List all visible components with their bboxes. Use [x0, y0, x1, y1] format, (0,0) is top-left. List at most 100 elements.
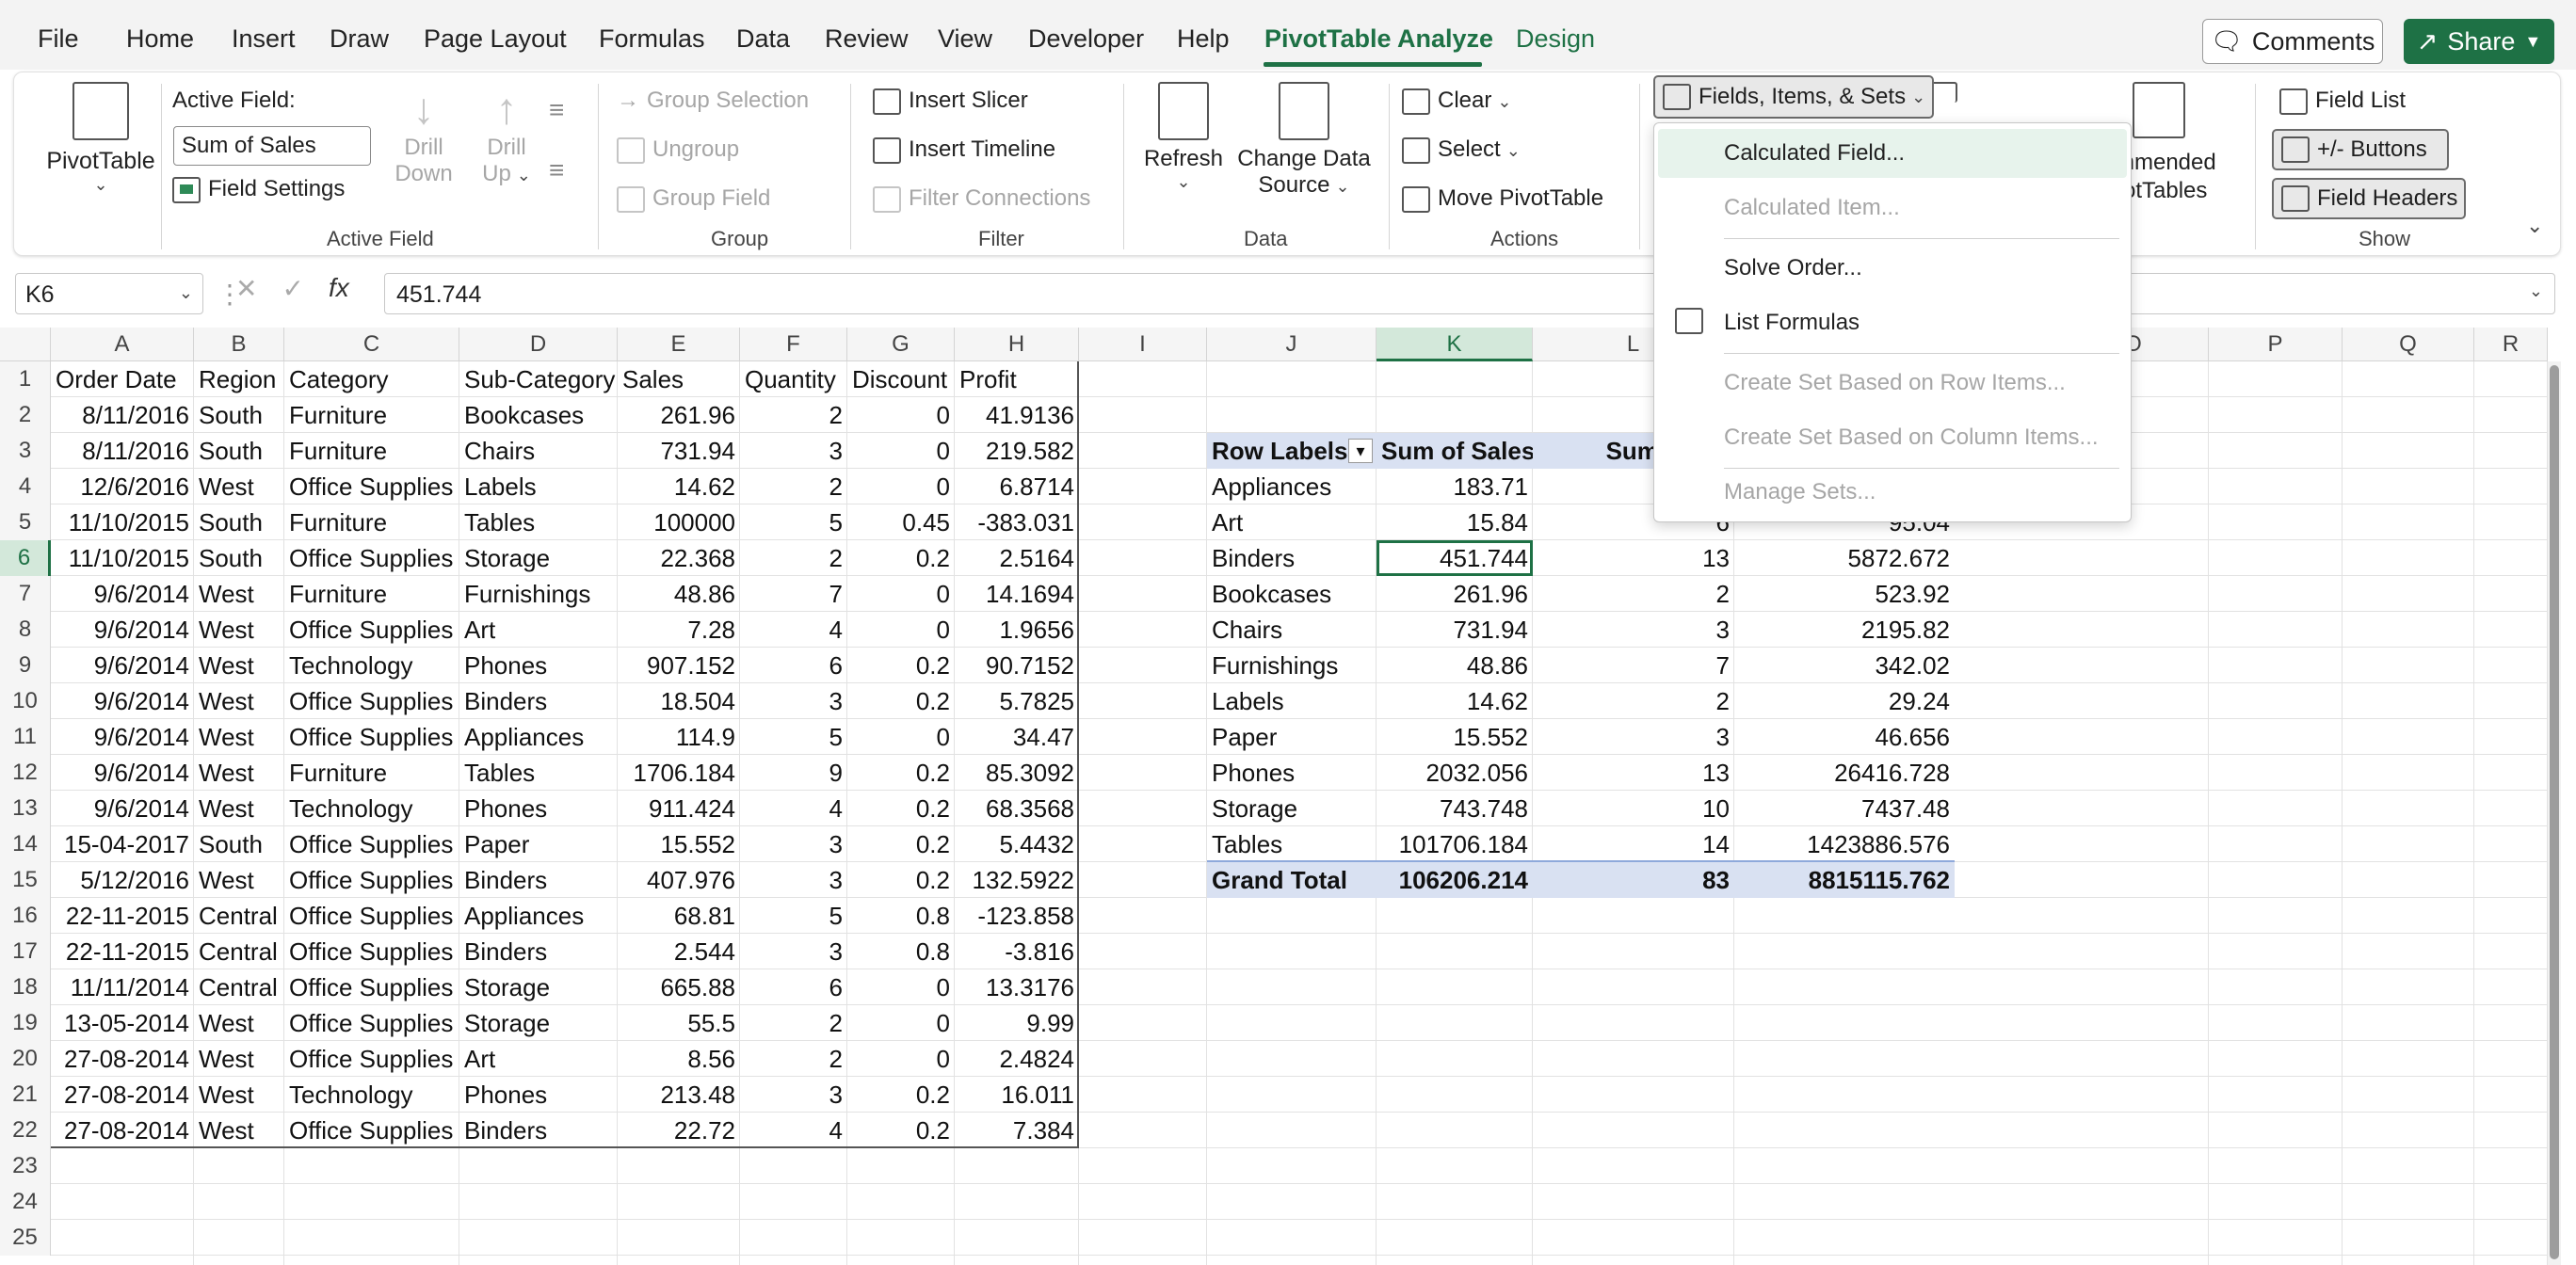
pivot-cell[interactable]: 13: [1533, 755, 1734, 791]
pivot-cell[interactable]: Storage: [1207, 791, 1377, 826]
pivot-cell[interactable]: 46.656: [1734, 719, 1955, 755]
worksheet-grid[interactable]: ABCDEFGHIJKLOPQR 1 2 3 4 5 6 7 8 9 10 11 12 13 14 15 16…: [0, 328, 2576, 1265]
ribbon-collapse-icon[interactable]: ⌄: [2526, 214, 2543, 238]
pivot-cell[interactable]: 3: [1533, 719, 1734, 755]
row-header-3[interactable]: 3: [0, 433, 51, 469]
grand-total-cell[interactable]: 83: [1533, 862, 1734, 898]
pivot-cell[interactable]: Labels: [1207, 683, 1377, 719]
pivot-cell[interactable]: 14.62: [1377, 683, 1533, 719]
menu-file[interactable]: File: [38, 24, 79, 54]
menu-formulas[interactable]: Formulas: [599, 24, 705, 54]
pivot-cell[interactable]: Tables: [1207, 826, 1377, 862]
pivot-cell[interactable]: 2: [1533, 576, 1734, 612]
drill-down-button[interactable]: ↓ Drill Down: [383, 82, 464, 187]
plus-minus-buttons-toggle[interactable]: +/- Buttons: [2272, 129, 2449, 170]
row-header-4[interactable]: 4: [0, 469, 51, 504]
field-settings-button[interactable]: Field Settings: [172, 176, 345, 203]
row-header-5[interactable]: 5: [0, 504, 51, 540]
ungroup-button[interactable]: Ungroup: [617, 136, 739, 164]
pivot-cell[interactable]: Binders: [1207, 540, 1377, 576]
menu-view[interactable]: View: [938, 24, 992, 54]
expand-field-icon[interactable]: ≡: [549, 95, 564, 125]
pivot-cell[interactable]: 29.24: [1734, 683, 1955, 719]
insert-slicer-button[interactable]: Insert Slicer: [873, 88, 1028, 115]
column-header-i[interactable]: I: [1079, 328, 1207, 361]
grand-total-cell[interactable]: 106206.214: [1377, 862, 1533, 898]
create-set-row-item[interactable]: Create Set Based on Row Items...: [1724, 370, 2066, 396]
column-header-q[interactable]: Q: [2343, 328, 2474, 361]
menu-data[interactable]: Data: [736, 24, 790, 54]
menu-pivottable-analyze[interactable]: PivotTable Analyze: [1264, 24, 1493, 54]
pivot-cell[interactable]: 523.92: [1734, 576, 1955, 612]
pivot-header-cell[interactable]: Sum of Sales: [1377, 433, 1533, 469]
row-header-9[interactable]: 9: [0, 648, 51, 683]
row-header-17[interactable]: 17: [0, 934, 51, 969]
pivot-cell[interactable]: Chairs: [1207, 612, 1377, 648]
comments-button[interactable]: 🗨 Comments: [2202, 19, 2383, 64]
row-header-18[interactable]: 18: [0, 969, 51, 1005]
menu-draw[interactable]: Draw: [330, 24, 389, 54]
row-header-1[interactable]: 1: [0, 361, 51, 397]
column-header-f[interactable]: F: [740, 328, 847, 361]
filter-connections-button[interactable]: Filter Connections: [873, 185, 1090, 213]
active-field-input[interactable]: Sum of Sales: [173, 126, 371, 166]
row-header-12[interactable]: 12: [0, 755, 51, 791]
field-headers-toggle[interactable]: Field Headers: [2272, 178, 2466, 219]
pivot-cell[interactable]: 2: [1533, 683, 1734, 719]
pivot-cell[interactable]: Phones: [1207, 755, 1377, 791]
pivot-cell[interactable]: 2195.82: [1734, 612, 1955, 648]
pivot-cell[interactable]: Paper: [1207, 719, 1377, 755]
pivot-cell[interactable]: 15.84: [1377, 504, 1533, 540]
pivot-cell[interactable]: 14: [1533, 826, 1734, 862]
pivot-cell[interactable]: 15.552: [1377, 719, 1533, 755]
select-all-corner[interactable]: [0, 328, 51, 361]
recommended-pivottables-icon[interactable]: [2133, 82, 2185, 138]
menu-page-layout[interactable]: Page Layout: [424, 24, 567, 54]
manage-sets-item[interactable]: Manage Sets...: [1724, 479, 1876, 505]
row-header-20[interactable]: 20: [0, 1041, 51, 1077]
group-selection-button[interactable]: → Group Selection: [617, 88, 809, 114]
grand-total-cell[interactable]: Grand Total: [1207, 862, 1377, 898]
row-header-8[interactable]: 8: [0, 612, 51, 648]
pivot-cell[interactable]: 26416.728: [1734, 755, 1955, 791]
pivot-cell[interactable]: 183.71: [1377, 469, 1533, 504]
pivot-cell[interactable]: 1423886.576: [1734, 826, 1955, 862]
fields-items-sets-button[interactable]: Fields, Items, & Sets ⌄: [1653, 75, 1934, 119]
column-header-d[interactable]: D: [459, 328, 618, 361]
column-header-p[interactable]: P: [2209, 328, 2343, 361]
grand-total-cell[interactable]: 8815115.762: [1734, 862, 1955, 898]
pivot-cell[interactable]: 342.02: [1734, 648, 1955, 683]
pivot-cell[interactable]: 743.748: [1377, 791, 1533, 826]
refresh-button[interactable]: Refresh ⌄: [1140, 82, 1227, 192]
pivot-cell[interactable]: 7437.48: [1734, 791, 1955, 826]
pivot-cell[interactable]: Appliances: [1207, 469, 1377, 504]
clear-button[interactable]: Clear ⌄: [1402, 88, 1511, 115]
active-cell[interactable]: 451.744: [1377, 540, 1533, 576]
pivot-cell[interactable]: 261.96: [1377, 576, 1533, 612]
pivot-cell[interactable]: 5872.672: [1734, 540, 1955, 576]
row-header-25[interactable]: 25: [0, 1220, 51, 1256]
scrollbar-thumb[interactable]: [2550, 365, 2559, 1259]
recommended-label-2[interactable]: otTables: [2123, 178, 2207, 204]
change-data-source-button[interactable]: Change Data Source ⌄: [1229, 82, 1379, 199]
pivot-cell[interactable]: Furnishings: [1207, 648, 1377, 683]
row-header-2[interactable]: 2: [0, 397, 51, 433]
menu-developer[interactable]: Developer: [1028, 24, 1144, 54]
row-header-6[interactable]: 6: [0, 540, 51, 576]
menu-review[interactable]: Review: [825, 24, 909, 54]
list-formulas-item[interactable]: List Formulas: [1724, 310, 1860, 336]
column-header-a[interactable]: A: [51, 328, 194, 361]
menu-insert[interactable]: Insert: [232, 24, 296, 54]
column-header-k[interactable]: K: [1377, 328, 1533, 361]
menu-design[interactable]: Design: [1516, 24, 1595, 54]
vertical-scrollbar[interactable]: [2548, 361, 2561, 1265]
calculated-field-item[interactable]: Calculated Field...: [1724, 140, 1905, 167]
pivot-cell[interactable]: 101706.184: [1377, 826, 1533, 862]
row-header-23[interactable]: 23: [0, 1148, 51, 1184]
menu-home[interactable]: Home: [126, 24, 194, 54]
field-list-button[interactable]: Field List: [2279, 88, 2406, 115]
row-header-22[interactable]: 22: [0, 1113, 51, 1148]
filter-dropdown-icon[interactable]: ▾: [1348, 439, 1373, 463]
chevron-down-icon[interactable]: ⌄: [179, 283, 193, 303]
pivot-cell[interactable]: 3: [1533, 612, 1734, 648]
